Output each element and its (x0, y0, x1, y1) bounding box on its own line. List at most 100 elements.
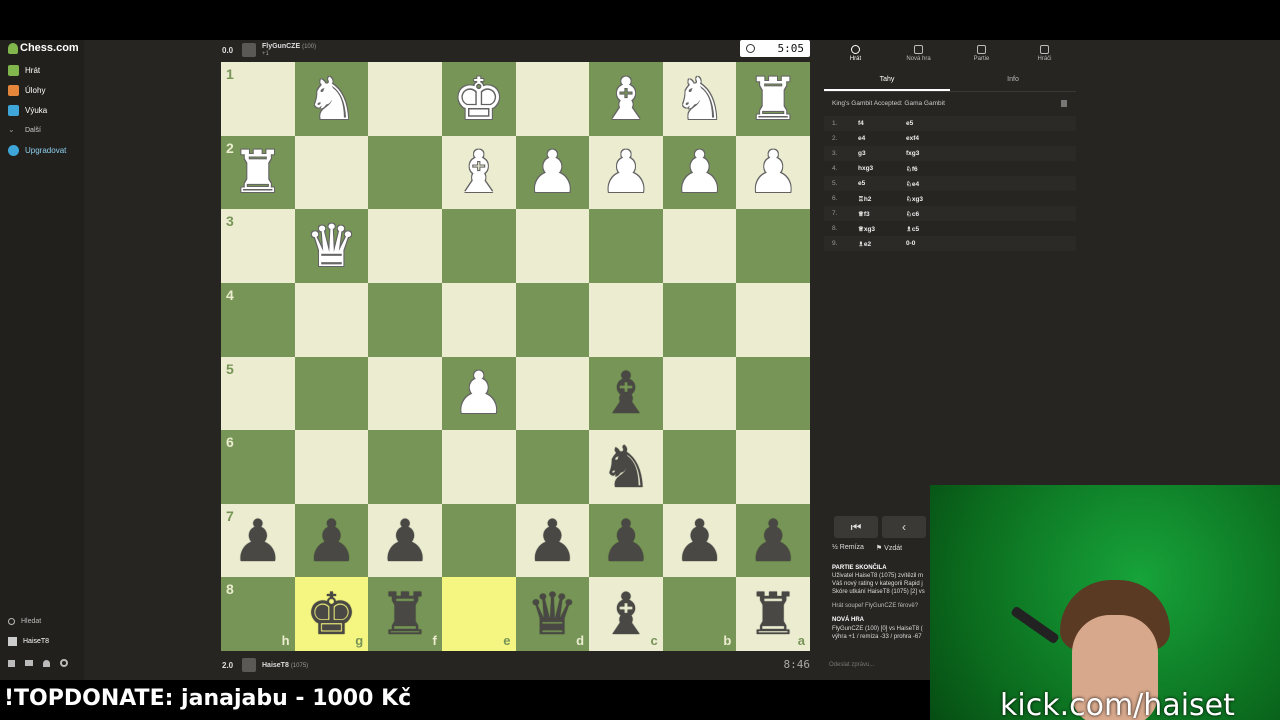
board-square[interactable]: ♟ (736, 503, 810, 578)
black-move[interactable]: ♘f6 (906, 165, 1026, 173)
black-move[interactable]: exf4 (906, 135, 1026, 142)
board-square[interactable] (515, 282, 590, 357)
board-square[interactable] (589, 209, 663, 283)
top-player-avatar[interactable] (242, 43, 256, 57)
white-move[interactable]: e4 (858, 135, 906, 142)
sidebar-item-puzzles[interactable]: Úlohy (8, 82, 45, 98)
black-move[interactable]: 0-0 (906, 240, 1026, 247)
board-square[interactable] (589, 282, 663, 357)
black-piece[interactable]: ♟ (232, 512, 284, 570)
white-move[interactable]: ♕f3 (858, 210, 906, 218)
board-square[interactable] (441, 209, 516, 283)
white-piece[interactable]: ♝ (600, 70, 652, 128)
bottom-player-avatar[interactable] (242, 658, 256, 672)
board-square[interactable] (441, 282, 516, 357)
board-square[interactable]: e (441, 577, 516, 651)
bell-icon[interactable] (43, 659, 50, 667)
chess-board[interactable]: 1 ♞ ♚ ♝ ♞ ♜ 2 ♜ ♝ ♟ ♟ ♟ ♟ 3 ♛ 4 5 ♟ ♝ 6 ♞ 7 ♟ ♟ ♟ ♟ ♟ ♟ ♟ 8 h g ♚ f ♜ e d ♛ c ♝… (221, 62, 810, 651)
white-move[interactable]: ♗e2 (858, 240, 906, 248)
board-square[interactable]: ♞ (294, 62, 369, 136)
previous-move-button[interactable]: ‹ (882, 516, 926, 538)
board-square[interactable]: 3 (221, 209, 295, 283)
board-square[interactable]: ♝ (589, 62, 663, 136)
board-square[interactable]: c ♝ (589, 577, 663, 651)
board-square[interactable] (515, 356, 590, 431)
board-square[interactable]: ♜ (736, 62, 810, 136)
black-move[interactable]: fxg3 (906, 150, 1026, 157)
black-piece[interactable]: ♜ (747, 585, 799, 643)
board-square[interactable]: ♟ (662, 503, 737, 578)
resign-button[interactable]: ⚑ Vzdát (876, 544, 902, 552)
board-square[interactable]: ♟ (368, 503, 442, 578)
sidebar-user[interactable]: HaiseT8 (8, 637, 49, 646)
black-piece[interactable]: ♝ (600, 585, 652, 643)
board-square[interactable]: ♝ (589, 356, 663, 431)
black-piece[interactable]: ♟ (305, 512, 357, 570)
sidebar-item-more[interactable]: ⌄ Další (8, 122, 41, 138)
white-piece[interactable]: ♚ (453, 70, 505, 128)
bottom-player-name[interactable]: HaiseT8 (262, 662, 289, 669)
board-square[interactable]: 7 ♟ (221, 503, 295, 578)
tab-games[interactable]: Partie (950, 40, 1013, 66)
board-square[interactable]: ♛ (294, 209, 369, 283)
board-square[interactable] (368, 282, 442, 357)
board-square[interactable] (736, 356, 810, 431)
black-piece[interactable]: ♟ (600, 512, 652, 570)
board-square[interactable] (662, 209, 737, 283)
black-move[interactable]: ♘c6 (906, 210, 1026, 218)
board-square[interactable]: 4 (221, 282, 295, 357)
black-piece[interactable]: ♟ (747, 512, 799, 570)
board-square[interactable]: ♞ (589, 430, 663, 504)
board-square[interactable] (662, 356, 737, 431)
white-piece[interactable]: ♟ (674, 143, 726, 201)
black-piece[interactable]: ♟ (526, 512, 578, 570)
board-square[interactable]: ♞ (662, 62, 737, 136)
board-square[interactable] (368, 62, 442, 136)
white-move[interactable]: ♖h2 (858, 195, 906, 203)
board-square[interactable]: ♟ (589, 503, 663, 578)
board-square[interactable] (441, 430, 516, 504)
white-piece[interactable]: ♛ (305, 217, 357, 275)
book-icon[interactable] (1061, 100, 1067, 107)
sidebar-search[interactable]: Hledat (8, 618, 41, 625)
board-square[interactable] (662, 430, 737, 504)
white-move[interactable]: ♕xg3 (858, 225, 906, 233)
board-square[interactable] (736, 282, 810, 357)
black-move[interactable]: ♘e4 (906, 180, 1026, 188)
board-square[interactable] (294, 430, 369, 504)
black-piece[interactable]: ♜ (379, 585, 431, 643)
board-square[interactable]: 8h (221, 577, 295, 651)
board-square[interactable] (515, 62, 590, 136)
sidebar-item-learn[interactable]: Výuka (8, 102, 47, 118)
white-piece[interactable]: ♟ (747, 143, 799, 201)
black-piece[interactable]: ♟ (379, 512, 431, 570)
tab-play[interactable]: Hrát (824, 40, 887, 66)
tab-players[interactable]: Hráči (1013, 40, 1076, 66)
board-square[interactable]: ♝ (441, 135, 516, 210)
white-piece[interactable]: ♞ (674, 70, 726, 128)
white-piece[interactable]: ♜ (232, 143, 284, 201)
white-piece[interactable]: ♞ (305, 70, 357, 128)
white-piece[interactable]: ♟ (526, 143, 578, 201)
board-square[interactable] (736, 430, 810, 504)
friends-icon[interactable] (8, 659, 15, 667)
board-square[interactable] (515, 209, 590, 283)
board-square[interactable]: 6 (221, 430, 295, 504)
board-square[interactable]: 5 (221, 356, 295, 431)
white-piece[interactable]: ♟ (600, 143, 652, 201)
sidebar-item-play[interactable]: Hrát (8, 62, 40, 78)
board-square[interactable] (662, 282, 737, 357)
board-square[interactable] (294, 282, 369, 357)
tab-new-game[interactable]: Nová hra (887, 40, 950, 66)
board-square[interactable]: 1 (221, 62, 295, 136)
board-square[interactable]: ♟ (515, 503, 590, 578)
gear-icon[interactable] (60, 659, 68, 667)
tab-moves[interactable]: Tahy (824, 72, 950, 91)
board-square[interactable]: 2 ♜ (221, 135, 295, 210)
black-move[interactable]: e5 (906, 120, 1026, 127)
board-square[interactable]: b (662, 577, 737, 651)
white-piece[interactable]: ♝ (453, 143, 505, 201)
black-piece[interactable]: ♛ (526, 585, 578, 643)
board-square[interactable] (294, 135, 369, 210)
board-square[interactable] (515, 430, 590, 504)
